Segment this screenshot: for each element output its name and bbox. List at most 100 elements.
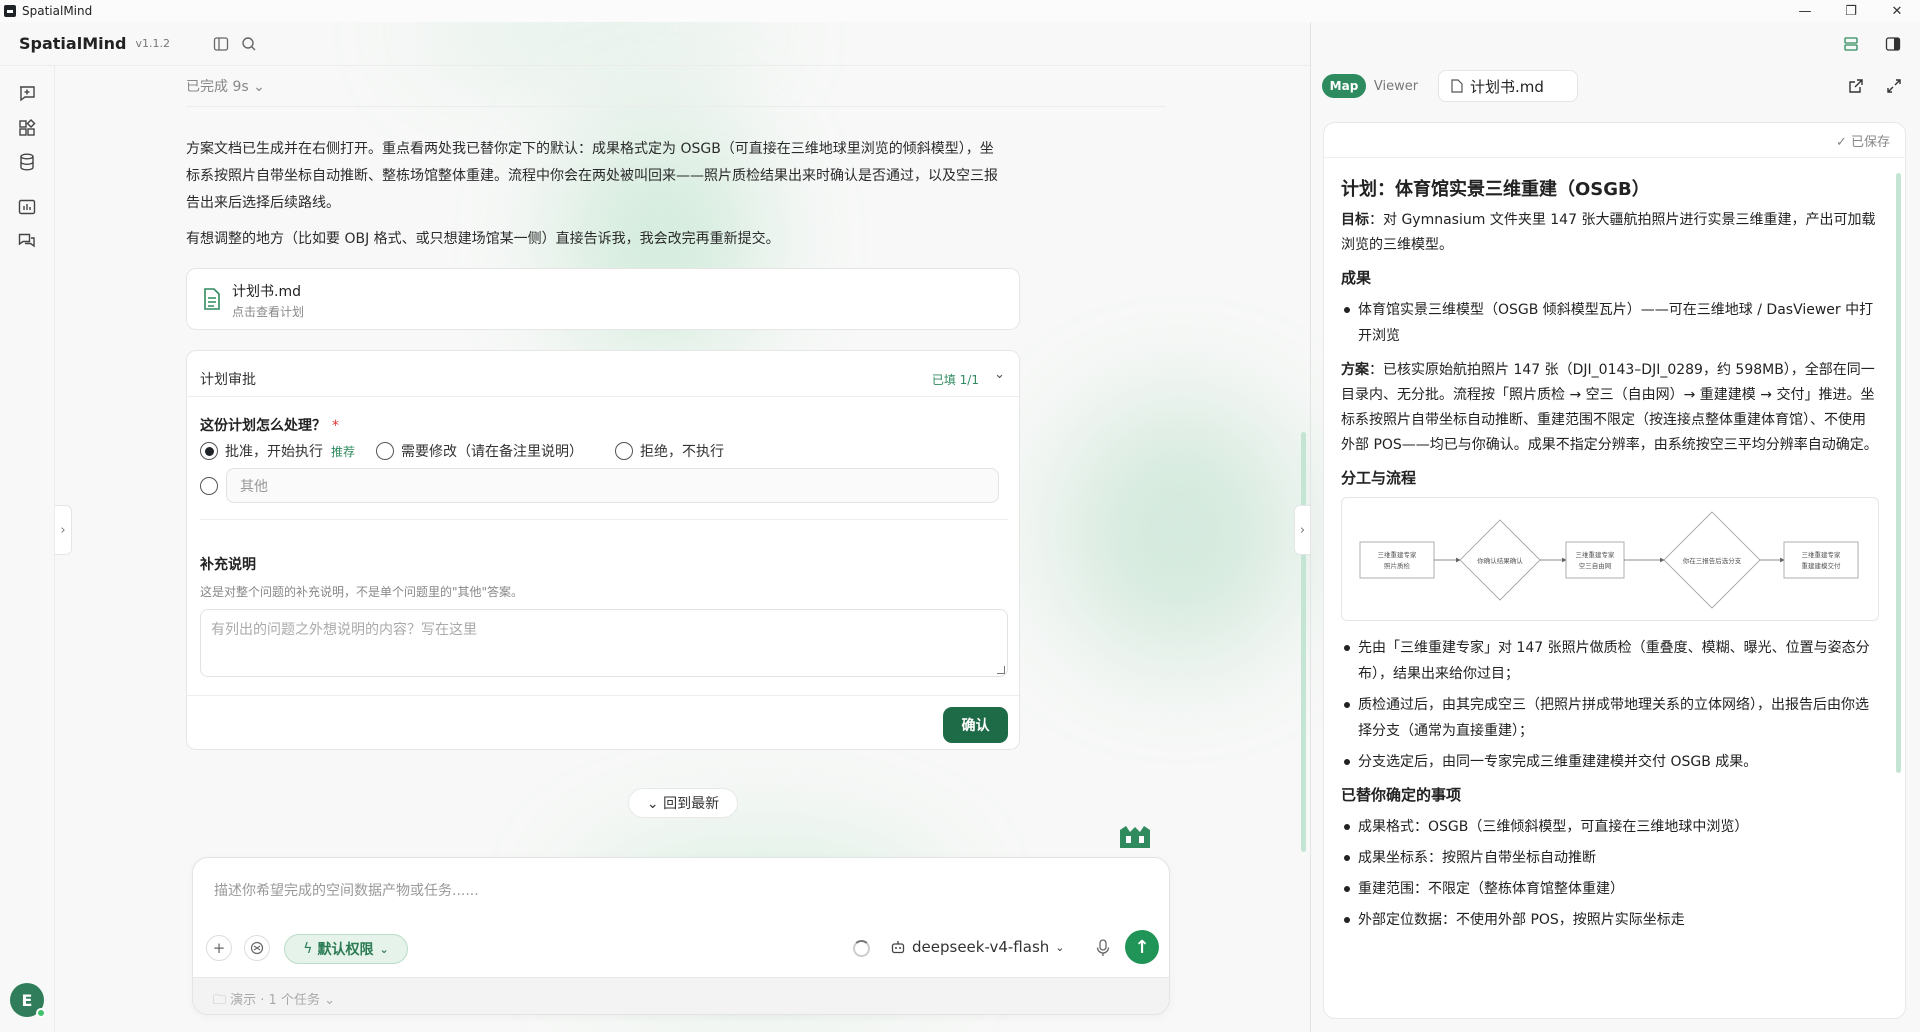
message-composer: 描述你希望完成的空间数据产物或任务...... + ϟ 默认权限 ⌄ deeps…: [192, 857, 1170, 1015]
list-item: 外部定位数据：不使用外部 POS，按照片实际坐标走: [1341, 907, 1879, 933]
minimize-button[interactable]: —: [1782, 0, 1828, 22]
plan-file-card[interactable]: 计划书.md 点击查看计划: [186, 268, 1020, 330]
collapse-panel-handle[interactable]: ›: [1294, 505, 1310, 555]
saved-status: ✓ 已保存: [1835, 135, 1890, 150]
divider: [186, 106, 1166, 107]
restore-button[interactable]: ❐: [1828, 0, 1874, 22]
supplement-title: 补充说明: [200, 557, 256, 573]
doc-title: 计划：体育馆实景三维重建（OSGB）: [1341, 179, 1650, 200]
assistant-message-paragraph: 有想调整的地方（比如要 OBJ 格式、或只想建场馆某一侧）直接告诉我，我会改完再…: [186, 231, 780, 247]
back-to-latest-button[interactable]: ⌄ 回到最新: [628, 788, 738, 818]
sidebar-toggle-icon[interactable]: [210, 33, 232, 55]
other-option-row: 其他: [200, 468, 999, 503]
permission-selector[interactable]: ϟ 默认权限 ⌄: [284, 934, 408, 964]
add-attachment-icon[interactable]: +: [206, 935, 232, 961]
apps-icon[interactable]: [15, 116, 39, 140]
required-marker: *: [332, 418, 339, 434]
robot-icon: [891, 941, 905, 954]
expand-icon[interactable]: [1884, 76, 1904, 96]
list-item: 成果格式：OSGB（三维倾斜模型，可直接在三维地球中浏览）: [1341, 814, 1879, 840]
chevron-down-icon[interactable]: ⌄: [994, 367, 1005, 382]
close-button[interactable]: ✕: [1874, 0, 1920, 22]
composer-footer: 🗀 演示 · 1 个任务 ⌄: [193, 977, 1169, 1014]
assistant-message-paragraph: 方案文档已生成并在右侧打开。重点看两处我已替你定下的默认：成果格式定为 OSGB…: [186, 141, 998, 211]
option-label-approve[interactable]: 批准，开始执行: [225, 441, 323, 461]
task-context-selector[interactable]: 🗀 演示 · 1 个任务 ⌄: [213, 989, 335, 1013]
filled-count-badge: 已填 1/1: [931, 373, 979, 387]
chevron-down-icon: ⌄: [379, 942, 389, 956]
list-item: 分支选定后，由同一专家完成三维重建建模并交付 OSGB 成果。: [1341, 749, 1879, 775]
doc-heading: 分工与流程: [1341, 469, 1417, 487]
list-item: 成果坐标系：按照片自带坐标自动推断: [1341, 845, 1879, 871]
doc-heading: 成果: [1341, 269, 1372, 287]
composer-input[interactable]: 描述你希望完成的空间数据产物或任务......: [214, 880, 479, 900]
version-label: v1.1.2: [135, 37, 170, 50]
radio-approve[interactable]: [200, 442, 218, 460]
resize-grip-icon[interactable]: [997, 666, 1005, 674]
panel-divider[interactable]: [1310, 22, 1311, 1032]
radio-other[interactable]: [200, 476, 218, 495]
svg-text:重建建模交付: 重建建模交付: [1802, 561, 1842, 570]
panel-toggle-icon[interactable]: [1882, 33, 1904, 55]
new-chat-icon[interactable]: [15, 81, 39, 105]
svg-text:空三自由网: 空三自由网: [1579, 561, 1612, 570]
app-logo-icon: [4, 5, 16, 17]
database-icon[interactable]: [15, 150, 39, 174]
window-titlebar: SpatialMind — ❐ ✕: [0, 0, 1920, 22]
svg-text:三维重建专家: 三维重建专家: [1802, 550, 1842, 559]
decided-list: 成果格式：OSGB（三维倾斜模型，可直接在三维地球中浏览） 成果坐标系：按照片自…: [1341, 814, 1879, 933]
question-label: 这份计划怎么处理？ *: [200, 418, 339, 434]
deliverables-list: 体育馆实景三维模型（OSGB 倾斜模型瓦片）——可在三维地球 / DasView…: [1341, 297, 1879, 349]
brand-name: SpatialMind: [19, 34, 127, 53]
loading-spinner-icon: [853, 940, 870, 957]
flow-node: [1565, 541, 1625, 579]
send-button[interactable]: ↑: [1125, 930, 1159, 964]
svg-text:你确认结果确认: 你确认结果确认: [1477, 556, 1523, 565]
other-input[interactable]: 其他: [226, 468, 999, 503]
divider: [1324, 157, 1905, 158]
radio-reject[interactable]: [615, 442, 634, 460]
divider: [187, 695, 1019, 696]
dashboard-icon[interactable]: [15, 195, 39, 219]
layout-icon[interactable]: [1840, 33, 1862, 55]
supplement-placeholder: 有列出的问题之外想说明的内容？写在这里: [211, 622, 477, 638]
option-label-reject[interactable]: 拒绝，不执行: [640, 441, 724, 461]
svg-text:你在三报告后选分支: 你在三报告后选分支: [1683, 556, 1742, 565]
tools-icon[interactable]: [244, 935, 270, 961]
flow-list: 先由「三维重建专家」对 147 张照片做质检（重叠度、模糊、曝光、位置与姿态分布…: [1341, 635, 1879, 775]
expand-sidebar-handle[interactable]: ›: [55, 505, 72, 555]
messages-icon[interactable]: [15, 229, 39, 253]
radio-request-changes[interactable]: [376, 442, 395, 460]
open-external-icon[interactable]: [1846, 76, 1866, 96]
tab-viewer[interactable]: Viewer: [1368, 74, 1424, 98]
option-label-request-changes[interactable]: 需要修改（请在备注里说明）: [401, 441, 583, 461]
left-rail: [0, 66, 55, 1032]
completion-status[interactable]: 已完成 9s ⌄: [186, 76, 265, 96]
microphone-icon[interactable]: [1093, 938, 1113, 958]
scrollbar[interactable]: [1896, 173, 1901, 773]
tab-plan-file[interactable]: 计划书.md: [1438, 70, 1578, 102]
tab-map[interactable]: Map: [1322, 74, 1366, 98]
svg-text:三维重建专家: 三维重建专家: [1576, 550, 1616, 559]
flow-node: [1359, 541, 1435, 579]
supplement-textarea[interactable]: 有列出的问题之外想说明的内容？写在这里: [200, 609, 1008, 677]
list-item: 先由「三维重建专家」对 147 张照片做质检（重叠度、模糊、曝光、位置与姿态分布…: [1341, 635, 1879, 687]
chevron-down-icon: ⌄: [1055, 940, 1065, 954]
list-item: 体育馆实景三维模型（OSGB 倾斜模型瓦片）——可在三维地球 / DasView…: [1341, 297, 1879, 349]
confirm-button[interactable]: 确认: [943, 707, 1008, 743]
svg-text:三维重建专家: 三维重建专家: [1378, 550, 1418, 559]
recommended-tag: 推荐: [331, 444, 356, 459]
model-selector[interactable]: deepseek-v4-flash ⌄: [890, 938, 1064, 956]
supplement-description: 这是对整个问题的补充说明，不是单个问题里的"其他"答案。: [200, 585, 524, 599]
permission-label: 默认权限: [317, 942, 374, 958]
list-item: 质检通过后，由其完成空三（把照片拼成带地理关系的立体网络），出报告后由你选择分支…: [1341, 692, 1879, 744]
mascot-icon: [1118, 824, 1152, 850]
divider: [187, 396, 1019, 397]
file-card-subtitle: 点击查看计划: [232, 305, 305, 319]
list-item: 重建范围：不限定（整栋体育馆整体重建）: [1341, 876, 1879, 902]
search-icon[interactable]: [238, 33, 260, 55]
flow-node: [1783, 541, 1859, 579]
scrollbar[interactable]: [1301, 432, 1306, 852]
document-icon: [1451, 79, 1463, 93]
svg-text:照片质检: 照片质检: [1384, 561, 1411, 570]
